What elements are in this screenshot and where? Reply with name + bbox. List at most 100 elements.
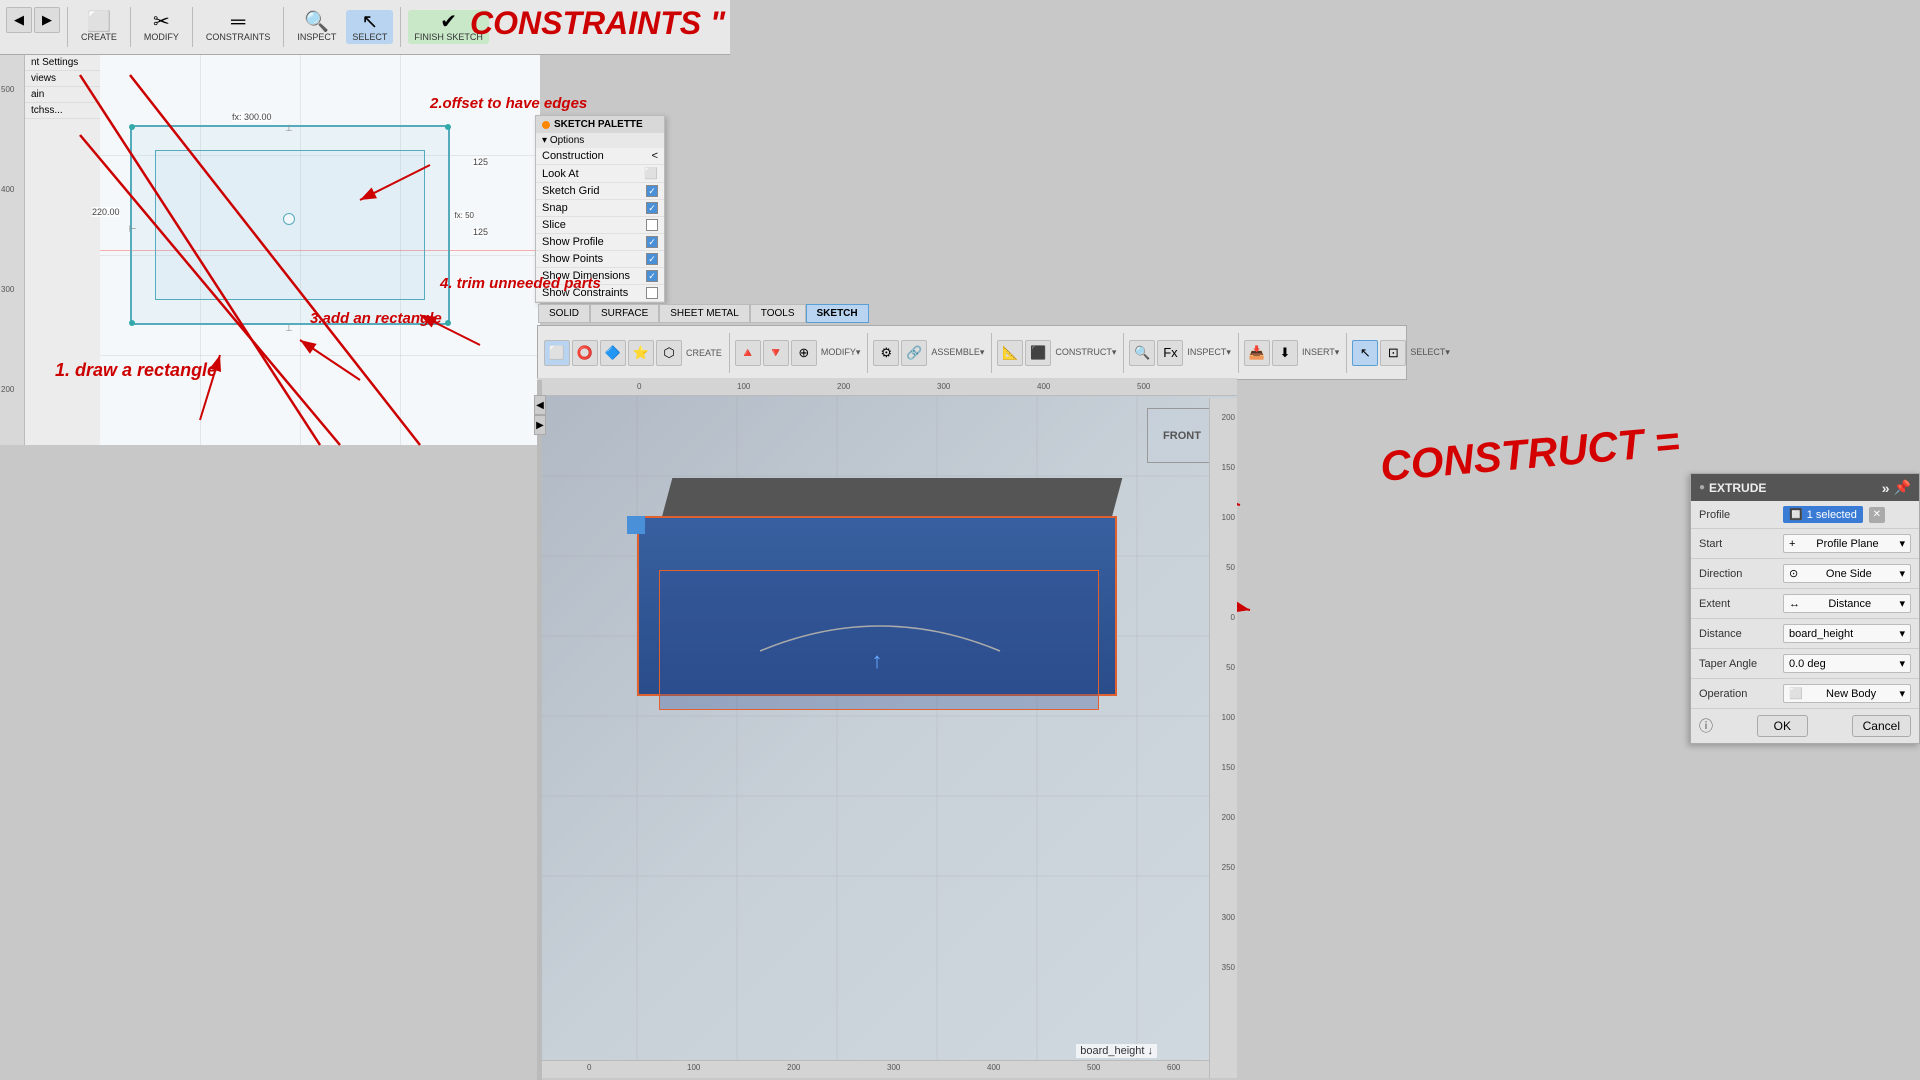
extrude-value-extent[interactable]: ↔ Distance ▾ xyxy=(1783,594,1911,613)
palette-showconstraints-check[interactable] xyxy=(646,287,658,299)
annotation-step2: 2.offset to have edges xyxy=(430,95,587,112)
3d-insert-icon-1[interactable]: 📥 xyxy=(1244,340,1270,366)
palette-snap-check[interactable]: ✓ xyxy=(646,202,658,214)
3d-modify-icon-1[interactable]: 🔺 xyxy=(735,340,761,366)
3d-modify-icon-2[interactable]: 🔻 xyxy=(763,340,789,366)
r-50b: 50 xyxy=(1226,663,1235,672)
panel-divider[interactable] xyxy=(537,380,542,1080)
panel-expand-btn[interactable]: ▶ xyxy=(534,415,546,435)
extrude-value-distance[interactable]: board_height ▾ xyxy=(1783,624,1911,643)
ruler-top-500: 500 xyxy=(1137,382,1150,391)
handle-br xyxy=(445,320,451,326)
3d-select-icon-2[interactable]: ⊡ xyxy=(1380,340,1406,366)
select-icon: ↖ xyxy=(362,12,379,32)
palette-lookat-label: Look At xyxy=(542,168,579,180)
create-label-3d: CREATE xyxy=(686,348,722,358)
palette-row-lookat[interactable]: Look At ⬜ xyxy=(536,165,664,183)
select-label: SELECT xyxy=(352,32,387,42)
separator-2 xyxy=(130,7,131,47)
create-group[interactable]: ⬜ CREATE xyxy=(75,10,123,44)
inspect-group[interactable]: 🔍 INSPECT xyxy=(291,10,342,44)
palette-row-showpoints[interactable]: Show Points ✓ xyxy=(536,251,664,268)
tab-surface[interactable]: SURFACE xyxy=(590,304,659,323)
3d-select-icon-1[interactable]: ↖ xyxy=(1352,340,1378,366)
modify-group[interactable]: ✂ MODIFY xyxy=(138,10,185,44)
palette-showprofile-check[interactable]: ✓ xyxy=(646,236,658,248)
palette-grid-check[interactable]: ✓ xyxy=(646,185,658,197)
constraints-annotation: CONSTRAINTS " xyxy=(470,5,725,42)
b-200: 200 xyxy=(787,1063,800,1072)
palette-row-showprofile[interactable]: Show Profile ✓ xyxy=(536,234,664,251)
palette-row-grid[interactable]: Sketch Grid ✓ xyxy=(536,183,664,200)
ruler-num-300: 300 xyxy=(1,285,14,294)
extent-text: Distance xyxy=(1828,598,1871,610)
palette-row-slice[interactable]: Slice xyxy=(536,217,664,234)
back-icon[interactable]: ◀ xyxy=(6,7,32,33)
3d-board-shape: ↑ xyxy=(637,478,1117,708)
palette-options-section[interactable]: ▾ Options xyxy=(536,133,664,148)
3d-insert-icon-2[interactable]: ⬇ xyxy=(1272,340,1298,366)
3d-modify-icon-3[interactable]: ⊕ xyxy=(791,340,817,366)
viewport-ruler-top: 0 100 200 300 400 500 xyxy=(537,378,1237,396)
ruler-num-200: 200 xyxy=(1,385,14,394)
start-icon: + xyxy=(1789,538,1795,550)
constraints-group[interactable]: ═ CONSTRAINTS xyxy=(200,10,277,44)
extrude-value-start[interactable]: + Profile Plane ▾ xyxy=(1783,534,1911,553)
r-200b: 200 xyxy=(1222,813,1235,822)
select-group[interactable]: ↖ SELECT xyxy=(346,10,393,44)
r-100: 100 xyxy=(1222,513,1235,522)
insert-label-3d: INSERT▾ xyxy=(1302,347,1339,358)
toolbar-nav-group: ◀ ▶ xyxy=(6,7,60,33)
3d-construct-icon-2[interactable]: ⬛ xyxy=(1025,340,1051,366)
3d-inspect-icon-2[interactable]: Fx xyxy=(1157,340,1183,366)
3d-create-icon-1[interactable]: ⬜ xyxy=(544,340,570,366)
handle-tr xyxy=(445,124,451,130)
3d-create-icon-4[interactable]: ⭐ xyxy=(628,340,654,366)
extrude-ok-btn[interactable]: OK xyxy=(1757,715,1808,737)
ruler-left: 500 400 300 200 xyxy=(0,55,25,445)
extrude-pin-icon[interactable]: 📌 xyxy=(1894,479,1911,496)
sep-3d-1 xyxy=(729,333,730,373)
forward-icon[interactable]: ▶ xyxy=(34,7,60,33)
viewport-3d[interactable]: 0 100 200 300 400 500 xyxy=(537,378,1237,1078)
finish-icon: ✔ xyxy=(440,12,457,32)
extrude-expand-icon[interactable]: » xyxy=(1882,480,1890,496)
tab-sheet-metal[interactable]: SHEET METAL xyxy=(659,304,750,323)
sep-3d-5 xyxy=(1238,333,1239,373)
profile-clear-btn[interactable]: ✕ xyxy=(1869,507,1885,523)
3d-create-icon-3[interactable]: 🔷 xyxy=(600,340,626,366)
extrude-value-taper[interactable]: 0.0 deg ▾ xyxy=(1783,654,1911,673)
extrude-value-operation[interactable]: ⬜ New Body ▾ xyxy=(1783,684,1911,703)
constraint-icon-3: ⊥ xyxy=(126,225,137,233)
extrude-cancel-btn[interactable]: Cancel xyxy=(1852,715,1911,737)
sep-3d-3 xyxy=(991,333,992,373)
3d-assemble-icon-2[interactable]: 🔗 xyxy=(901,340,927,366)
3d-inspect-icon-1[interactable]: 🔍 xyxy=(1129,340,1155,366)
inspect-label-3d: INSPECT▾ xyxy=(1187,347,1231,358)
3d-create-icon-5[interactable]: ⬡ xyxy=(656,340,682,366)
tab-sketch[interactable]: SKETCH xyxy=(806,304,869,323)
palette-showdims-check[interactable]: ✓ xyxy=(646,270,658,282)
dim-right-2: 125 xyxy=(473,227,488,237)
3d-construct-icon-1[interactable]: 📐 xyxy=(997,340,1023,366)
palette-slice-check[interactable] xyxy=(646,219,658,231)
viewcube[interactable]: FRONT xyxy=(1147,408,1217,463)
dim-width: fx: 300.00 xyxy=(232,112,272,122)
extrude-value-profile[interactable]: 🔲 1 selected xyxy=(1783,506,1863,523)
b-500: 500 xyxy=(1087,1063,1100,1072)
mid-toolbar: SOLID SURFACE SHEET METAL TOOLS SKETCH ⬜… xyxy=(537,325,1407,380)
r-100b: 100 xyxy=(1222,713,1235,722)
palette-showpoints-check[interactable]: ✓ xyxy=(646,253,658,265)
palette-row-snap[interactable]: Snap ✓ xyxy=(536,200,664,217)
extrude-value-direction[interactable]: ⊙ One Side ▾ xyxy=(1783,564,1911,583)
sep-3d-6 xyxy=(1346,333,1347,373)
3d-create-icon-2[interactable]: ⭕ xyxy=(572,340,598,366)
panel-collapse-btn[interactable]: ◀ xyxy=(534,395,546,415)
extrude-row-distance: Distance board_height ▾ xyxy=(1691,619,1919,649)
ruler-num-500: 500 xyxy=(1,85,14,94)
tab-tools[interactable]: TOOLS xyxy=(750,304,806,323)
extrude-info-icon[interactable]: ⓘ xyxy=(1699,716,1713,736)
3d-assemble-icon-1[interactable]: ⚙ xyxy=(873,340,899,366)
tab-solid[interactable]: SOLID xyxy=(538,304,590,323)
palette-row-construction[interactable]: Construction < xyxy=(536,148,664,165)
